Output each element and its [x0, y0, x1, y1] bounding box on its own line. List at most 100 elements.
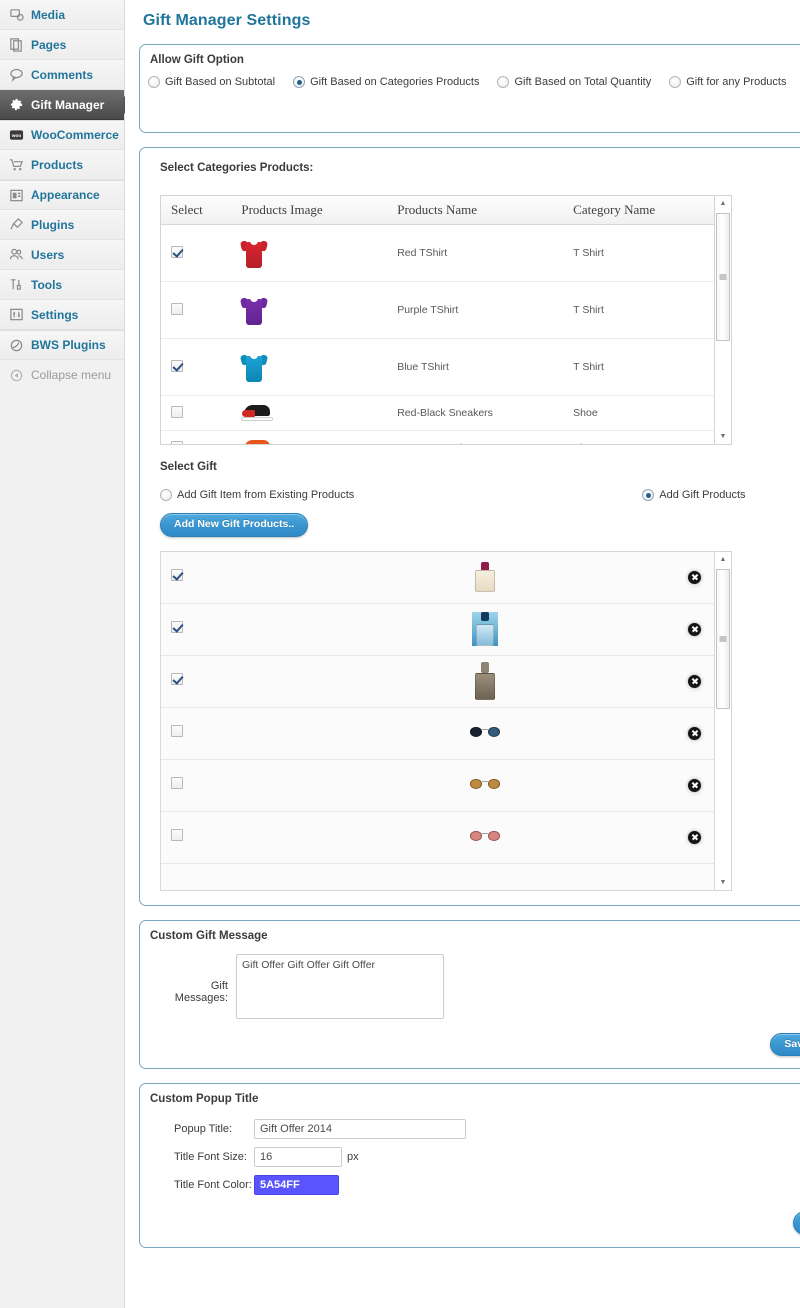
row-category-cell: T Shirt: [563, 338, 714, 396]
products-table-scrollbar[interactable]: ▲ ▼: [715, 195, 732, 445]
product-checkbox[interactable]: [171, 359, 183, 372]
scroll-down-arrow-icon[interactable]: ▼: [715, 429, 731, 444]
radio-gift-based-on-categories-products[interactable]: Gift Based on Categories Products: [293, 76, 479, 88]
custom-popup-title-panel: Custom Popup Title Popup Title: Title Fo…: [139, 1083, 800, 1248]
media-icon: [8, 7, 24, 23]
scroll-up-arrow-icon[interactable]: ▲: [715, 551, 731, 567]
sidebar-item-appearance[interactable]: Appearance: [0, 180, 124, 210]
sidebar-item-label: Collapse menu: [31, 368, 112, 382]
sidebar-item-label: BWS Plugins: [31, 338, 106, 352]
sidebar-item-plugins[interactable]: Plugins: [0, 210, 124, 240]
title-font-color-label: Title Font Color:: [174, 1179, 252, 1191]
row-select-cell[interactable]: [161, 281, 232, 339]
gift-select-cell[interactable]: [171, 568, 296, 586]
popup-title-label: Popup Title:: [174, 1123, 233, 1135]
sidebar-item-pages[interactable]: Pages: [0, 30, 124, 60]
gift-products-scroll[interactable]: [160, 550, 715, 891]
scroll-up-arrow-icon[interactable]: ▲: [715, 196, 731, 211]
add-new-gift-products-button[interactable]: Add New Gift Products..: [160, 513, 309, 537]
delete-gift-icon[interactable]: [687, 777, 702, 793]
gift-list-item: [161, 551, 714, 604]
scrollbar-track[interactable]: [715, 211, 731, 429]
gift-select-cell[interactable]: [171, 724, 296, 742]
gift-list-item: [161, 655, 714, 708]
sidebar-item-label: WooCommerce: [31, 128, 119, 142]
row-name-cell: Red TShirt: [387, 224, 564, 282]
product-checkbox[interactable]: [171, 405, 183, 418]
gift-checkbox[interactable]: [171, 673, 183, 685]
sidebar-item-collapse-menu[interactable]: Collapse menu: [0, 360, 124, 390]
sidebar-item-label: Products: [31, 157, 84, 172]
gift-checkbox[interactable]: [171, 777, 183, 789]
delete-gift-icon[interactable]: [687, 673, 702, 689]
sidebar-item-products[interactable]: Products: [0, 150, 124, 180]
column-header-products-name: Products Name: [387, 196, 564, 225]
product-thumbnail-purple-tshirt: [240, 288, 387, 332]
title-font-size-input[interactable]: [254, 1147, 342, 1167]
row-select-cell[interactable]: [161, 395, 232, 431]
table-row: Blue TShirt T Shirt: [161, 338, 714, 396]
gift-checkbox[interactable]: [171, 725, 183, 737]
radio-add-gift-item-from-existing-products[interactable]: Add Gift Item from Existing Products: [160, 489, 354, 501]
title-font-color-input[interactable]: [254, 1175, 339, 1195]
row-select-cell[interactable]: [161, 338, 232, 396]
radio-gift-for-any-products[interactable]: Gift for any Products: [669, 76, 786, 88]
column-header-category-name: Category Name: [563, 196, 714, 225]
collapse-icon: [8, 367, 24, 383]
gift-list-scrollbar[interactable]: ▲ ▼: [715, 550, 732, 891]
select-gift-radios: Add Gift Item from Existing Products Add…: [140, 473, 800, 501]
row-select-cell[interactable]: [161, 224, 232, 282]
sidebar-item-media[interactable]: Media: [0, 0, 124, 30]
radio-indicator: [293, 76, 306, 88]
save-message-button[interactable]: Save Message: [770, 1032, 800, 1056]
gift-select-cell[interactable]: [171, 672, 296, 690]
delete-gift-icon[interactable]: [687, 829, 702, 845]
gift-checkbox[interactable]: [171, 829, 183, 841]
radio-label: Gift Based on Subtotal: [165, 76, 276, 88]
allow-gift-option-radios: Gift Based on Subtotal Gift Based on Cat…: [140, 66, 800, 88]
popup-title-input[interactable]: [254, 1119, 466, 1139]
row-image-cell: [231, 338, 388, 396]
gift-thumbnail-sunglass-black: [296, 726, 674, 740]
scroll-down-arrow-icon[interactable]: ▼: [715, 874, 731, 890]
sidebar-item-gift-manager[interactable]: Gift Manager: [0, 90, 124, 120]
gift-messages-textarea[interactable]: [236, 953, 444, 1019]
product-checkbox[interactable]: [171, 302, 183, 315]
sidebar-item-label: Users: [31, 247, 65, 262]
categories-products-panel: Select Categories Products: Save Select …: [139, 146, 800, 906]
sidebar-item-woocommerce[interactable]: woo WooCommerce: [0, 120, 124, 150]
radio-gift-based-on-total-quantity[interactable]: Gift Based on Total Quantity: [497, 76, 651, 88]
row-category-cell: T Shirt: [563, 281, 714, 339]
gift-checkbox[interactable]: [171, 621, 183, 633]
scrollbar-thumb[interactable]: [716, 568, 730, 709]
sidebar-item-tools[interactable]: Tools: [0, 270, 124, 300]
product-thumbnail-orange-sneakers: [241, 437, 387, 444]
radio-indicator: [148, 76, 160, 88]
gift-checkbox[interactable]: [171, 569, 183, 581]
gift-select-cell[interactable]: [171, 828, 296, 846]
sidebar-item-users[interactable]: Users: [0, 240, 124, 270]
gift-thumbnail-perfume-blue: [296, 612, 674, 646]
delete-gift-icon[interactable]: [687, 621, 702, 637]
row-select-cell[interactable]: [161, 430, 232, 444]
gift-select-cell[interactable]: [171, 776, 296, 794]
sidebar-item-settings[interactable]: Settings: [0, 300, 124, 330]
radio-indicator: [669, 76, 682, 88]
sidebar-item-bws-plugins[interactable]: BWS Plugins: [0, 330, 124, 360]
save-title-button[interactable]: Save Title: [793, 1211, 800, 1235]
delete-gift-icon[interactable]: [687, 569, 702, 585]
sidebar-item-comments[interactable]: Comments: [0, 60, 124, 90]
delete-gift-icon[interactable]: [687, 725, 702, 741]
pages-icon: [8, 37, 24, 53]
product-checkbox[interactable]: [171, 245, 183, 258]
products-table-scroll[interactable]: Select Products Image Products Name Cate…: [160, 195, 715, 445]
gift-products-list-wrapper: ▲ ▼: [160, 550, 735, 891]
row-image-cell: [231, 224, 388, 282]
products-table-wrapper: Select Products Image Products Name Cate…: [160, 195, 735, 445]
radio-gift-based-on-subtotal[interactable]: Gift Based on Subtotal: [148, 76, 275, 88]
scrollbar-thumb[interactable]: [716, 213, 730, 341]
scrollbar-track[interactable]: [715, 566, 731, 875]
radio-add-gift-products[interactable]: Add Gift Products: [642, 489, 746, 501]
gift-select-cell[interactable]: [171, 620, 296, 638]
product-checkbox[interactable]: [171, 440, 183, 444]
